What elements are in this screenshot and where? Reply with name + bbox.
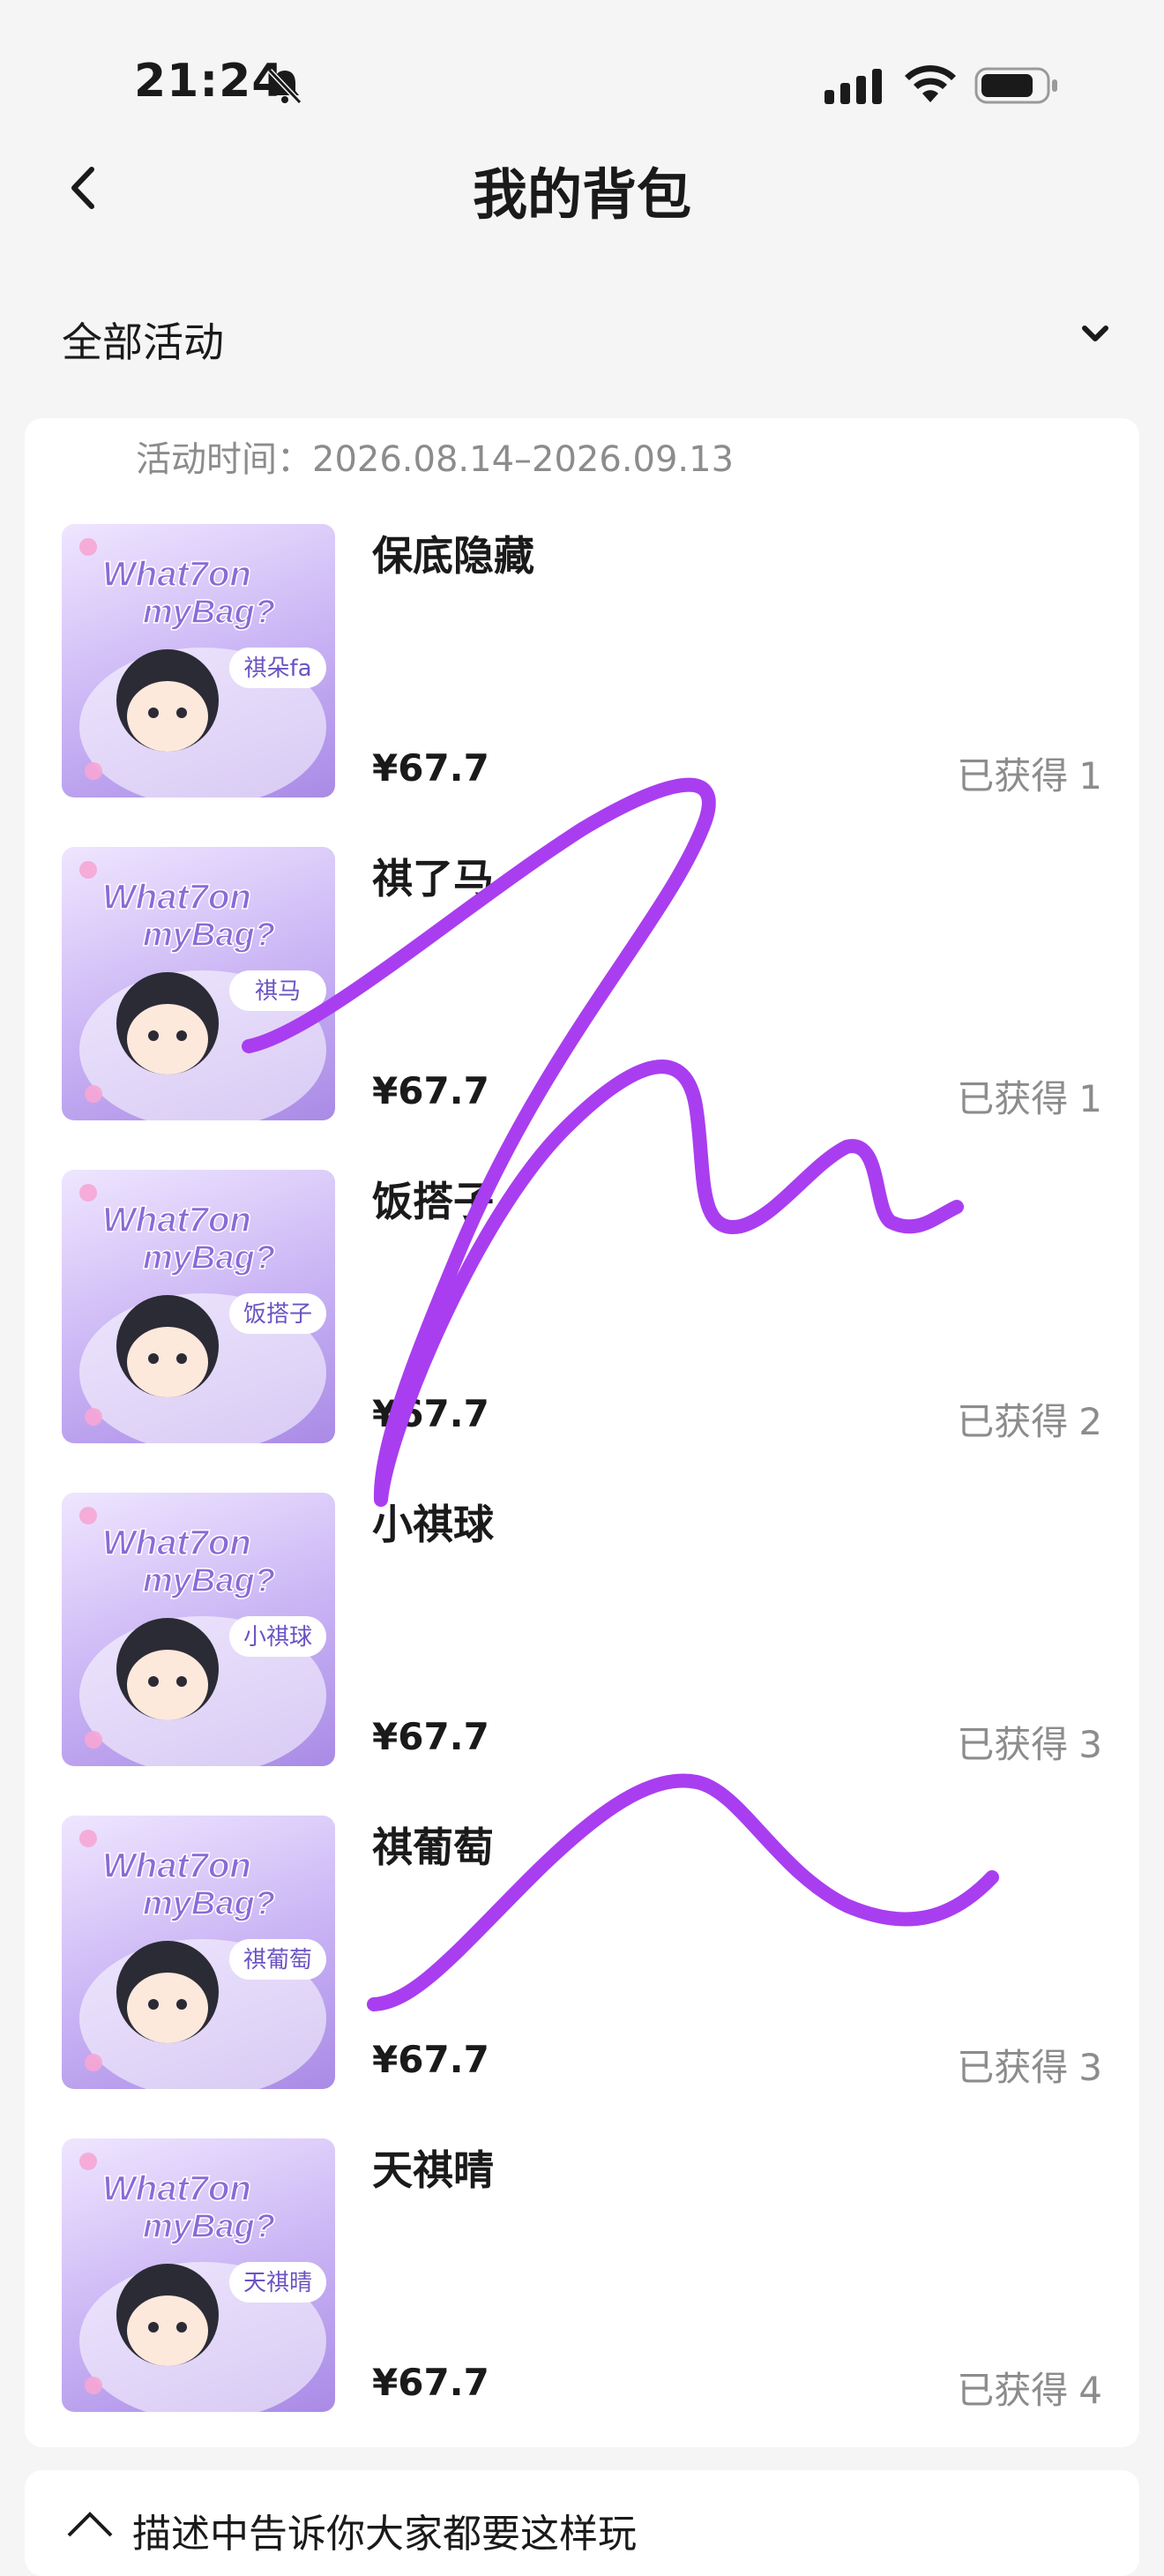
owned-count: 4: [1078, 2369, 1102, 2412]
thumb-title-1: What7on: [102, 1201, 251, 1239]
item-thumbnail: What7on myBag? 祺马: [62, 847, 335, 1120]
filter-label: 全部活动: [62, 318, 224, 366]
thumb-title-2: myBag?: [143, 917, 275, 954]
activity-time: 活动时间：2026.08.14–2026.09.13: [136, 439, 735, 480]
info-icon: [67, 2512, 113, 2537]
owned-label: 已获得: [957, 1723, 1069, 1766]
item-thumbnail: What7on myBag? 祺葡萄: [62, 1816, 335, 2089]
thumb-tag: 饭搭子: [243, 1301, 312, 1328]
thumb-title-1: What7on: [102, 1846, 251, 1885]
item-name: 祺了马: [372, 855, 494, 902]
signal-icon: [824, 69, 882, 104]
owned-count: 1: [1078, 1077, 1102, 1120]
thumb-tag: 祺葡萄: [243, 1947, 312, 1973]
item-price: ¥67.7: [372, 1069, 489, 1112]
thumb-tag: 祺朵fa: [243, 655, 311, 682]
list-item[interactable]: What7on myBag? 祺朵fa 保底隐藏 ¥67.7 已获得 1: [62, 524, 1102, 798]
thumb-tag: 祺马: [255, 978, 301, 1005]
owned-count: 3: [1078, 1723, 1102, 1766]
item-owned: 已获得 3: [957, 1715, 1102, 1769]
thumb-title-1: What7on: [102, 2169, 251, 2208]
owned-count: 1: [1078, 754, 1102, 798]
item-owned: 已获得 4: [957, 2361, 1102, 2415]
thumb-title-1: What7on: [102, 1524, 251, 1562]
thumb-tag: 天祺晴: [243, 2270, 312, 2296]
list-item[interactable]: What7on myBag? 祺葡萄 祺葡萄 ¥67.7 已获得 3: [62, 1816, 1102, 2089]
header: 我的背包: [0, 141, 1164, 238]
item-price: ¥67.7: [372, 2038, 489, 2081]
item-owned: 已获得 2: [957, 1392, 1102, 1446]
item-name: 保底隐藏: [372, 532, 534, 580]
item-name: 天祺晴: [372, 2146, 494, 2194]
chevron-down-icon: [1082, 326, 1108, 341]
activity-filter[interactable]: 全部活动: [0, 282, 1164, 388]
thumb-title-2: myBag?: [143, 1562, 275, 1599]
list-item[interactable]: What7on myBag? 饭搭子 饭搭子 ¥67.7 已获得 2: [62, 1170, 1102, 1443]
item-thumbnail: What7on myBag? 饭搭子: [62, 1170, 335, 1443]
item-price: ¥67.7: [372, 2361, 489, 2404]
bell-muted-icon: [267, 68, 302, 105]
owned-count: 2: [1078, 1400, 1102, 1443]
owned-count: 3: [1078, 2046, 1102, 2089]
owned-label: 已获得: [957, 2046, 1069, 2089]
wifi-icon: [905, 65, 956, 102]
thumb-title-2: myBag?: [143, 1239, 275, 1277]
item-owned: 已获得 3: [957, 2038, 1102, 2092]
item-thumbnail: What7on myBag? 天祺晴: [62, 2138, 335, 2412]
thumb-title-1: What7on: [102, 878, 251, 917]
status-bar: 21:24: [0, 0, 1164, 150]
owned-label: 已获得: [957, 2369, 1069, 2412]
list-item[interactable]: What7on myBag? 祺马 祺了马 ¥67.7 已获得 1: [62, 847, 1102, 1120]
page-title: 我的背包: [472, 162, 691, 227]
thumb-title-2: myBag?: [143, 594, 275, 631]
item-price: ¥67.7: [372, 1392, 489, 1435]
item-owned: 已获得 1: [957, 1069, 1102, 1123]
list-item[interactable]: What7on myBag? 小祺球 小祺球 ¥67.7 已获得 3: [62, 1493, 1102, 1766]
thumb-tag: 小祺球: [243, 1624, 312, 1651]
item-price: ¥67.7: [372, 1715, 489, 1758]
thumb-title-2: myBag?: [143, 2208, 275, 2245]
thumb-title-2: myBag?: [143, 1885, 275, 1922]
item-name: 小祺球: [372, 1501, 494, 1548]
item-name: 饭搭子: [372, 1178, 494, 1225]
item-name: 祺葡萄: [372, 1823, 494, 1871]
item-price: ¥67.7: [372, 746, 489, 790]
item-owned: 已获得 1: [957, 746, 1102, 800]
list-item[interactable]: What7on myBag? 天祺晴 天祺晴 ¥67.7 已获得 4: [62, 2138, 1102, 2412]
battery-icon: [974, 67, 1057, 104]
item-thumbnail: What7on myBag? 祺朵fa: [62, 524, 335, 798]
owned-label: 已获得: [957, 1400, 1069, 1443]
owned-label: 已获得: [957, 1077, 1069, 1120]
item-thumbnail: What7on myBag? 小祺球: [62, 1493, 335, 1766]
thumb-title-1: What7on: [102, 555, 251, 594]
bottom-text: 描述中告诉你大家都要这样玩: [132, 2512, 637, 2557]
owned-label: 已获得: [957, 754, 1069, 798]
status-time: 21:24: [134, 55, 285, 108]
